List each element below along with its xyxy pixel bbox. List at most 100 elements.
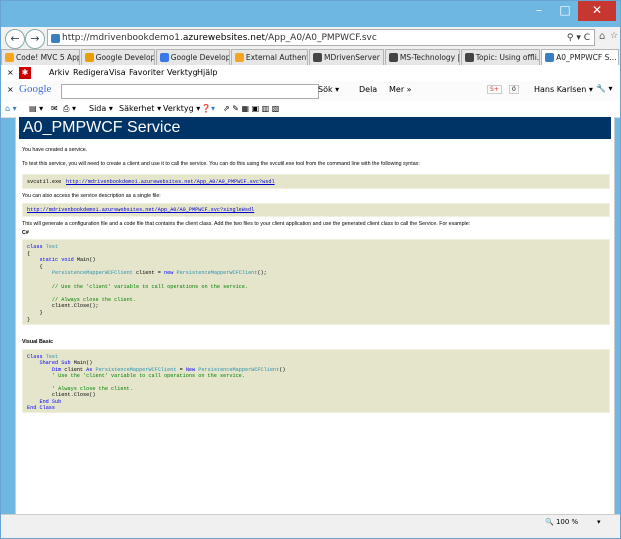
code-line: ' Use the 'client' variable to call oper… — [51, 373, 245, 380]
menu-bar: × ✱ Arkiv Redigera Visa Favoriter Verkty… — [1, 65, 620, 82]
google-toolbar-close-icon[interactable]: × — [7, 85, 14, 94]
url-prefix: http://mdrivenbookdemo1. — [62, 33, 183, 43]
google-share-button[interactable]: Dela — [359, 85, 377, 94]
tab-strip: Code! MVC 5 App... Google Developer... Goo… — [1, 49, 620, 65]
code-line: End Class — [27, 405, 56, 412]
menu-verktyg[interactable]: Verktyg — [167, 65, 198, 81]
notification-count[interactable]: 0 — [509, 85, 519, 94]
csharp-label: C# — [22, 230, 29, 236]
google-search-button[interactable]: Sök ▾ — [318, 85, 339, 94]
browser-window: – □ ✕ ← → http://mdrivenbookdemo1.azurew… — [0, 0, 621, 539]
code-line: client.Close() — [27, 392, 96, 399]
menu-hjalp[interactable]: Hjälp — [197, 65, 217, 81]
tab-label: MDrivenServer | C... — [323, 53, 383, 62]
tab-label: Topic: Using offli... — [475, 53, 541, 62]
page-content: A0_PMPWCF Service You have created a ser… — [15, 117, 615, 514]
wsdl-link[interactable]: http://mdrivenbookdemo1.azurewebsites.ne… — [66, 179, 275, 185]
tab-favicon-icon — [84, 53, 94, 62]
tab-favicon-icon — [5, 53, 14, 62]
wrench-icon[interactable]: 🔧 ▾ — [596, 84, 613, 93]
single-file-text: You can also access the service descript… — [22, 193, 161, 199]
tab-6[interactable]: Topic: Using offli... — [460, 49, 541, 65]
code-line: } — [27, 316, 31, 323]
tab-label: A0_PMPWCF S... — [556, 53, 617, 62]
page-title: A0_PMPWCF Service — [19, 117, 611, 139]
home-icon[interactable]: ⌂ — [599, 31, 605, 42]
generate-text: This will generate a configuration file … — [22, 221, 471, 227]
maximize-button[interactable]: □ — [552, 1, 578, 21]
sakerhet-menu[interactable]: Säkerhet ▾ — [119, 101, 161, 117]
tab-favicon-icon — [464, 53, 474, 62]
zoom-dropdown-icon[interactable]: ▾ — [597, 518, 601, 526]
verktyg-command-menu[interactable]: Verktyg ▾ — [163, 101, 200, 117]
title-bar: – □ ✕ — [1, 1, 620, 27]
sida-menu[interactable]: Sida ▾ — [89, 101, 113, 117]
code-line: // Always close the client. — [51, 296, 136, 303]
test-intro-text: To test this service, you will need to c… — [22, 161, 420, 167]
csharp-code-box: class Test{ static void Main() { Persist… — [22, 239, 610, 325]
tab-favicon-icon — [545, 53, 555, 62]
code-line: class Test — [27, 244, 59, 250]
tab-favicon-icon — [234, 53, 244, 62]
menu-arkiv[interactable]: Arkiv — [49, 65, 69, 81]
tab-3[interactable]: External Authenti... — [230, 49, 308, 65]
home-small-icon[interactable]: ⌂ ▾ — [5, 101, 17, 117]
google-search-input[interactable] — [61, 84, 319, 99]
code-line: End Sub — [39, 398, 62, 405]
print-icon[interactable]: ⎙ ▾ — [63, 101, 76, 117]
created-text: You have created a service. — [22, 147, 88, 153]
navigation-bar: ← → http://mdrivenbookdemo1.azurewebsite… — [1, 27, 620, 49]
google-plus-badge[interactable]: S+ — [487, 85, 502, 94]
tab-favicon-icon — [388, 53, 398, 62]
tab-label: Google Developer... — [95, 53, 154, 62]
window-bottom-edge — [1, 530, 620, 538]
url-domain: azurewebsites.net — [182, 33, 266, 43]
favorites-star-icon[interactable]: ☆ — [610, 31, 618, 41]
user-account-menu[interactable]: Hans Karlsen ▾ — [534, 85, 593, 94]
tab-1[interactable]: Google Developer... — [80, 49, 155, 65]
search-refresh-icon[interactable]: ⚲ ▾ C — [567, 30, 590, 47]
close-button[interactable]: ✕ — [578, 1, 616, 21]
help-icon[interactable]: ❓▾ — [201, 101, 215, 117]
feeds-icon[interactable]: ▤ ▾ — [29, 101, 43, 117]
minimize-button[interactable]: – — [526, 1, 552, 21]
zoom-level[interactable]: 🔍 100 % — [545, 518, 578, 526]
tab-0[interactable]: Code! MVC 5 App... — [1, 49, 80, 65]
tab-4[interactable]: MDrivenServer | C... — [308, 49, 384, 65]
code-line: { — [27, 263, 43, 270]
page-favicon-icon — [51, 34, 60, 43]
url-path: /App_A0/A0_PMPWCF.svc — [265, 33, 377, 43]
menu-close-icon[interactable]: × — [7, 65, 14, 81]
code-line: Shared Sub Main() — [39, 360, 93, 367]
menu-redigera[interactable]: Redigera — [73, 65, 109, 81]
single-wsdl-link[interactable]: http://mdrivenbookdemo1.azurewebsites.ne… — [27, 207, 254, 213]
tab-label: MS-Technology | ... — [399, 53, 459, 62]
menu-favoriter[interactable]: Favoriter — [129, 65, 164, 81]
code-line: PersistenceMapperWCFClient client = new … — [51, 270, 267, 277]
svcutil-command: svcutil.exe — [27, 179, 62, 185]
tab-5[interactable]: MS-Technology | ... — [384, 49, 460, 65]
tab-label: Google Developer... — [170, 53, 229, 62]
code-line: // Use the 'client' variable to call ope… — [51, 283, 249, 290]
tab-7[interactable]: A0_PMPWCF S...✕ — [541, 49, 619, 65]
google-logo: Google — [19, 83, 52, 95]
menu-visa[interactable]: Visa — [109, 65, 126, 81]
addon-icons[interactable]: ⇗ ✎ ▦ ▣ ▥ ▧ — [223, 101, 279, 117]
code-line: static void Main() — [39, 257, 96, 264]
code-line: Class Test — [27, 354, 59, 360]
address-bar[interactable]: http://mdrivenbookdemo1.azurewebsites.ne… — [47, 29, 595, 46]
google-more-button[interactable]: Mer » — [389, 85, 412, 94]
tab-favicon-icon — [159, 53, 169, 62]
tab-label: Code! MVC 5 App... — [16, 53, 79, 62]
mail-icon[interactable]: ✉ — [51, 101, 58, 117]
tab-label: External Authenti... — [245, 53, 307, 62]
back-button[interactable]: ← — [5, 29, 25, 49]
tab-2[interactable]: Google Developer... — [155, 49, 230, 65]
addon-icon[interactable]: ✱ — [19, 67, 31, 79]
forward-button[interactable]: → — [25, 29, 45, 49]
tab-favicon-icon — [312, 53, 322, 62]
svcutil-box: svcutil.exe http://mdrivenbookdemo1.azur… — [22, 174, 610, 189]
vb-code-box: Class Test Shared Sub Main() Dim client … — [22, 349, 610, 413]
